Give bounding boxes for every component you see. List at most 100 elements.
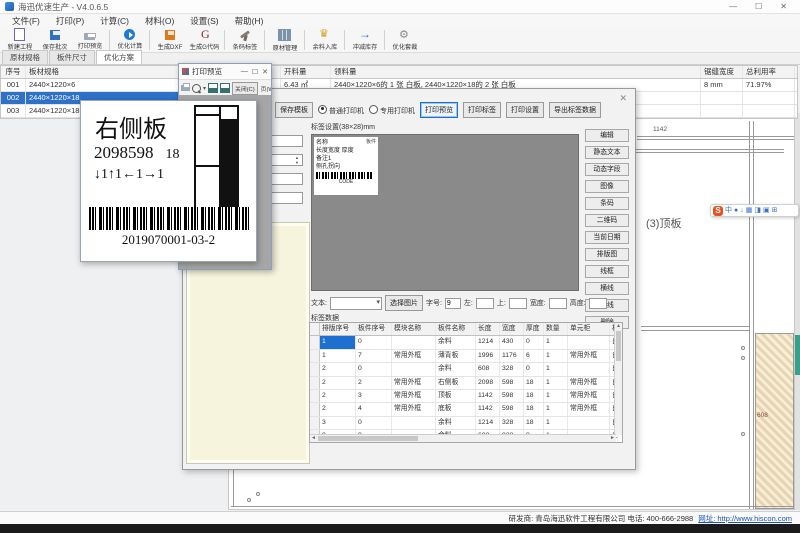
preview-close-action-button[interactable]: 关闭(C): [232, 82, 258, 95]
preview-minimize-button[interactable]: —: [241, 68, 248, 76]
table-vertical-scrollbar[interactable]: ▲: [614, 323, 622, 435]
height-input[interactable]: [589, 298, 607, 309]
panel-edge-line: [629, 152, 784, 153]
dialog-close-icon[interactable]: ✕: [619, 93, 627, 104]
vendor-website-link[interactable]: 网址: http://www.hiscon.com: [698, 513, 792, 524]
sheet-left-line: [233, 469, 234, 507]
label-settings-title: 标签设置(38×28)mm: [311, 122, 375, 132]
layout-image-tool-button[interactable]: 排版图: [585, 248, 629, 261]
text-combobox[interactable]: [330, 297, 382, 310]
raw-material-button[interactable]: 原材管理: [267, 28, 302, 52]
close-button[interactable]: ✕: [780, 2, 787, 11]
image-tool-button[interactable]: 图像: [585, 180, 629, 193]
printer-special-radio[interactable]: 专用打印机: [369, 105, 415, 116]
barcode-number-text: 2019070001-03-2: [81, 232, 256, 248]
menu-calc[interactable]: 计算(C): [92, 14, 137, 28]
new-project-button[interactable]: 新建工程: [2, 28, 37, 52]
sheet-bottom-line: [231, 506, 794, 507]
data-row[interactable]: 10余料121443001白板: [310, 336, 622, 349]
tab-part-sizes[interactable]: 板件尺寸: [49, 50, 95, 64]
scrollbar-thumb[interactable]: [616, 331, 621, 361]
menu-print[interactable]: 打印(P): [48, 14, 92, 28]
print-setup-button[interactable]: 打印设置: [506, 102, 544, 118]
print-label-button[interactable]: 打印标签: [463, 102, 501, 118]
save-icon: [50, 30, 60, 40]
data-row[interactable]: 20余料60832801白板: [310, 363, 622, 376]
data-row[interactable]: 24常用外框底板1142598181常用外框白板: [310, 403, 622, 416]
save-template-button[interactable]: 保存模板: [275, 102, 313, 118]
page-layout-icon[interactable]: [220, 83, 230, 93]
ime-chinese-mode-icon[interactable]: 中: [725, 206, 732, 216]
label-template-mock[interactable]: 板件 名称 长度宽度 厚度 备注1 侧孔拐向 CODE: [314, 137, 378, 195]
preview-maximize-button[interactable]: ☐: [252, 68, 258, 76]
font-size-input[interactable]: [445, 298, 461, 309]
data-row[interactable]: 17常用外框薄背板1996117661常用外框白板: [310, 350, 622, 363]
remnant-stock-button[interactable]: 余料入库: [307, 28, 342, 52]
toolbar-separator: [109, 30, 110, 50]
data-row[interactable]: 30余料1214328181白板: [310, 417, 622, 430]
width-input[interactable]: [549, 298, 567, 309]
ime-toolbox-icon[interactable]: ▣: [763, 206, 770, 216]
tab-strip: 原材规格 板件尺寸 优化方案: [0, 53, 800, 65]
table-horizontal-scrollbar[interactable]: ◄ ►: [310, 434, 616, 442]
hline-tool-button[interactable]: 横线: [585, 282, 629, 295]
barcode-label-button[interactable]: 条码标签: [227, 28, 262, 52]
label-design-canvas[interactable]: 板件 名称 长度宽度 厚度 备注1 侧孔拐向 CODE: [311, 134, 579, 291]
ime-input-icon[interactable]: ↓: [740, 206, 744, 216]
left-input[interactable]: [476, 298, 494, 309]
maximize-button[interactable]: ☐: [755, 2, 762, 11]
preview-close-button[interactable]: ✕: [262, 68, 268, 76]
drawing-vertical-scrollbar[interactable]: [795, 113, 800, 510]
data-row[interactable]: 22常用外框右侧板2098598181常用外框白板: [310, 377, 622, 390]
print-preview-button[interactable]: 打印预览: [72, 28, 107, 52]
barcode-tool-button[interactable]: 条码: [585, 197, 629, 210]
ime-skin-icon[interactable]: ◨: [754, 206, 761, 216]
page-layout-icon[interactable]: [208, 83, 218, 93]
ime-keyboard-icon[interactable]: ▦: [746, 206, 753, 216]
drill-hole: [741, 356, 745, 360]
edit-tool-button[interactable]: 编辑: [585, 129, 629, 142]
spinner-down-icon[interactable]: ▼: [295, 161, 299, 165]
menu-settings[interactable]: 设置(S): [182, 14, 226, 28]
zoom-dropdown-icon[interactable]: ▾: [203, 85, 206, 92]
sogou-logo-icon[interactable]: S: [713, 206, 723, 216]
scroll-left-icon[interactable]: ◄: [311, 435, 316, 442]
font-size-label: 字号:: [426, 298, 442, 308]
panel-layout-thumbnail: [194, 105, 239, 211]
dialog-print-preview-button[interactable]: 打印预览: [420, 102, 458, 118]
current-date-tool-button[interactable]: 当前日期: [585, 231, 629, 244]
printer-normal-radio[interactable]: 普通打印机: [318, 105, 364, 116]
ime-toolbar[interactable]: S 中 ● ↓ ▦ ◨ ▣ ⊞: [710, 204, 799, 217]
toolbar-separator: [149, 30, 150, 50]
minimize-button[interactable]: —: [729, 2, 737, 11]
qrcode-tool-button[interactable]: 二维码: [585, 214, 629, 227]
save-batch-button[interactable]: 保存批次: [37, 28, 72, 52]
menu-material[interactable]: 材料(O): [137, 14, 182, 28]
optimize-calc-button[interactable]: 优化计算: [112, 28, 147, 52]
scroll-right-icon[interactable]: ►: [610, 435, 615, 442]
optimize-nesting-button[interactable]: 优化套裁: [387, 28, 422, 52]
zoom-magnifier-icon[interactable]: [192, 84, 201, 93]
ime-menu-icon[interactable]: ⊞: [772, 206, 778, 216]
mock-barcode: [316, 172, 372, 179]
menu-file[interactable]: 文件(F): [4, 14, 48, 28]
static-text-tool-button[interactable]: 静态文本: [585, 146, 629, 159]
tab-optimize-plan[interactable]: 优化方案: [96, 50, 142, 64]
tab-raw-specs[interactable]: 原材规格: [2, 50, 48, 64]
label-data-table: 排版序号 板件序号 模块名称 板件名称 长度 宽度 厚度 数量 单元柜 材质 1…: [309, 322, 623, 443]
wireframe-tool-button[interactable]: 线框: [585, 265, 629, 278]
new-document-icon: [14, 28, 25, 41]
export-label-data-button[interactable]: 导出标签数据: [549, 102, 601, 118]
generate-gcode-button[interactable]: 生成G代码: [187, 28, 222, 52]
scrollbar-thumb[interactable]: [795, 335, 800, 375]
menu-help[interactable]: 帮助(H): [227, 14, 272, 28]
dynamic-field-tool-button[interactable]: 动态字段: [585, 163, 629, 176]
deduct-stock-button[interactable]: 冲减库存: [347, 28, 382, 52]
data-row[interactable]: 23常用外框顶板1142598181常用外框白板: [310, 390, 622, 403]
generate-dxf-button[interactable]: 生成DXF: [152, 28, 187, 52]
scrollbar-thumb[interactable]: [318, 436, 418, 441]
print-icon[interactable]: [181, 85, 190, 91]
ime-punctuation-icon[interactable]: ●: [734, 206, 738, 216]
pick-image-button[interactable]: 选择图片: [385, 295, 423, 311]
top-input[interactable]: [509, 298, 527, 309]
